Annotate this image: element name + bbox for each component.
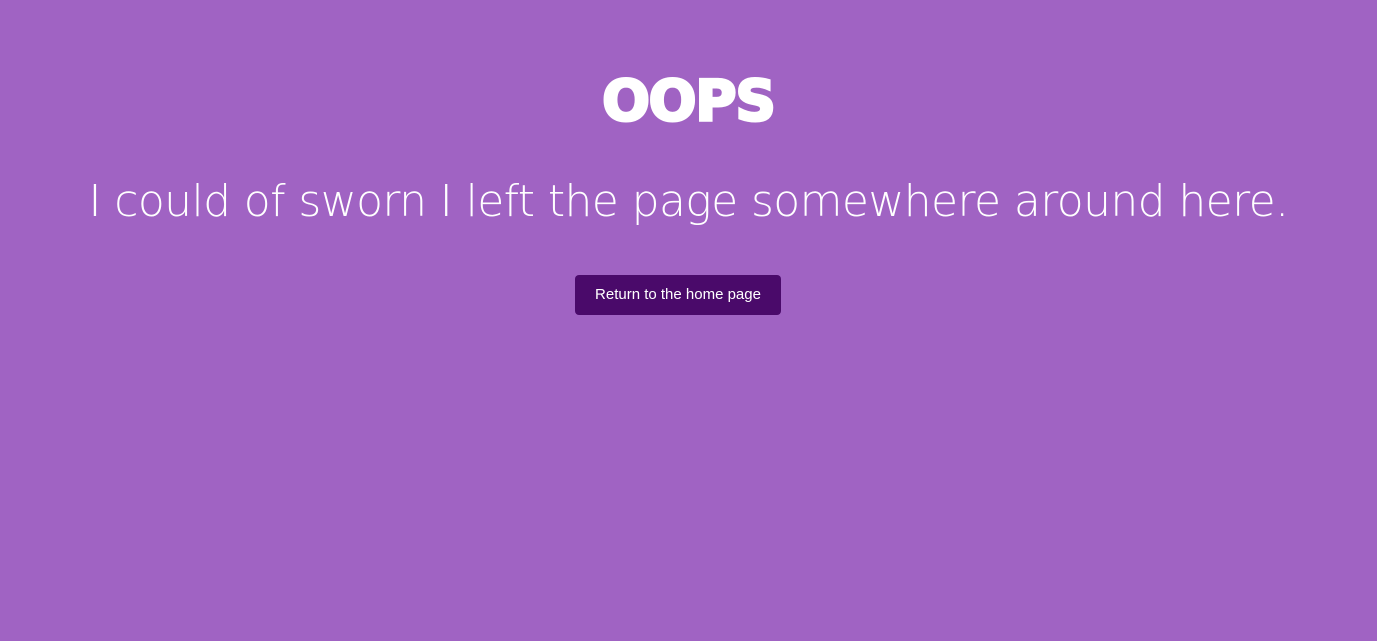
error-page: OOPS I could of sworn I left the page so… <box>0 0 1377 641</box>
return-home-button[interactable]: Return to the home page <box>575 275 781 315</box>
oops-logo: OOPS <box>601 69 778 134</box>
error-message: I could of sworn I left the page somewhe… <box>88 176 1289 227</box>
